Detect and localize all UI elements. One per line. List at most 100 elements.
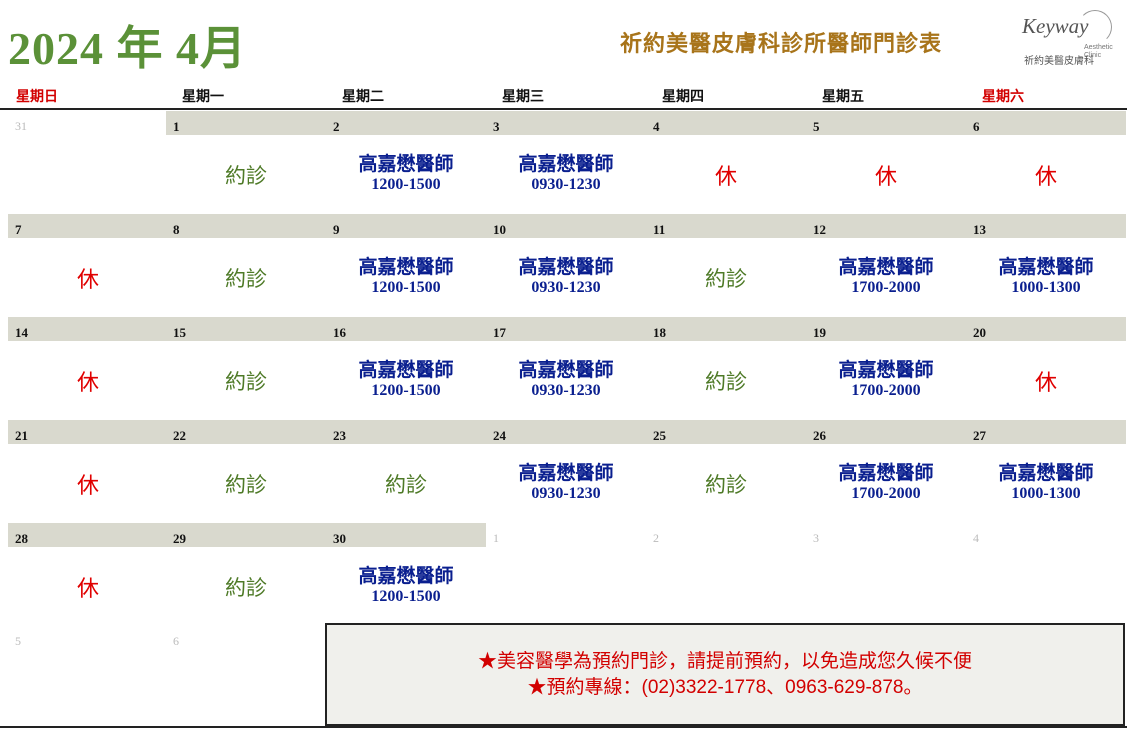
clinic-hours: 0930-1230 bbox=[531, 176, 601, 193]
day-number: 2 bbox=[653, 531, 659, 545]
weekday-label: 星期一 bbox=[182, 88, 224, 104]
day-cell: 5休 bbox=[806, 111, 966, 214]
day-cell: 1 約診 bbox=[166, 111, 326, 214]
day-content: 約診 bbox=[326, 444, 486, 523]
clinic-hours: 0930-1230 bbox=[531, 382, 601, 399]
appointment-label: 約診 bbox=[225, 576, 267, 600]
day-content: 休 bbox=[966, 341, 1126, 420]
day-cell: 21 休 bbox=[8, 420, 168, 523]
day-number: 30 bbox=[333, 531, 346, 546]
appointment-label: 約診 bbox=[225, 164, 267, 188]
day-content: 高嘉懋醫師 1200-1500 bbox=[326, 341, 486, 420]
clinic-hours: 1200-1500 bbox=[371, 588, 441, 605]
weekday-label: 星期二 bbox=[342, 88, 384, 104]
day-cell: 9 高嘉懋醫師 1200-1500 bbox=[326, 214, 486, 317]
doctor-name: 高嘉懋醫師 bbox=[838, 463, 934, 484]
day-cell: 18 約診 bbox=[646, 317, 806, 420]
day-cell: 3 bbox=[806, 523, 966, 626]
day-header-bar bbox=[806, 420, 966, 444]
day-number: 21 bbox=[15, 428, 28, 443]
logo-subtitle: 祈約美醫皮膚科 bbox=[1024, 56, 1094, 67]
appointment-label: 約診 bbox=[705, 267, 747, 291]
clinic-hours: 0930-1230 bbox=[531, 279, 601, 296]
day-number: 3 bbox=[493, 119, 500, 134]
appointment-label: 約診 bbox=[385, 473, 427, 497]
day-content: 休 bbox=[806, 135, 966, 214]
day-cell: 11 約診 bbox=[646, 214, 806, 317]
day-number: 10 bbox=[493, 222, 506, 237]
logo-aesthetic-text: Aesthetic bbox=[1084, 44, 1113, 51]
day-content: 高嘉懋醫師 0930-1230 bbox=[486, 135, 646, 214]
day-content: 高嘉懋醫師 1200-1500 bbox=[326, 547, 486, 626]
weekday-label: 星期三 bbox=[502, 88, 544, 104]
doctor-name: 高嘉懋醫師 bbox=[358, 154, 454, 175]
doctor-name: 高嘉懋醫師 bbox=[518, 154, 614, 175]
day-number: 1 bbox=[173, 119, 180, 134]
doctor-name: 高嘉懋醫師 bbox=[358, 257, 454, 278]
day-number: 13 bbox=[973, 222, 986, 237]
day-header-bar bbox=[646, 214, 806, 238]
day-content: 約診 bbox=[166, 135, 326, 214]
doctor-name: 高嘉懋醫師 bbox=[518, 463, 614, 484]
clinic-logo: Keyway Aesthetic Clinic 祈約美醫皮膚科 bbox=[1020, 10, 1124, 74]
day-header-bar bbox=[646, 420, 806, 444]
closed-label: 休 bbox=[76, 266, 99, 292]
day-cell: 3 高嘉懋醫師 0930-1230 bbox=[486, 111, 646, 214]
day-header-bar bbox=[8, 420, 168, 444]
day-number: 24 bbox=[493, 428, 506, 443]
day-number: 19 bbox=[813, 325, 826, 340]
clinic-hours: 0930-1230 bbox=[531, 485, 601, 502]
day-cell: 31 bbox=[8, 111, 168, 214]
day-header-bar bbox=[326, 317, 486, 341]
day-number: 8 bbox=[173, 222, 180, 237]
day-cell: 2 bbox=[646, 523, 806, 626]
clinic-hours: 1000-1300 bbox=[1011, 279, 1081, 296]
day-content: 約診 bbox=[166, 444, 326, 523]
day-number: 22 bbox=[173, 428, 186, 443]
day-cell: 2 高嘉懋醫師 1200-1500 bbox=[326, 111, 486, 214]
day-content: 休 bbox=[8, 341, 168, 420]
day-header-bar bbox=[966, 420, 1126, 444]
day-number: 6 bbox=[173, 634, 179, 648]
day-content: 約診 bbox=[166, 238, 326, 317]
doctor-name: 高嘉懋醫師 bbox=[518, 360, 614, 381]
day-cell: 24 高嘉懋醫師 0930-1230 bbox=[486, 420, 646, 523]
weekday-label: 星期日 bbox=[16, 88, 58, 104]
month-title: 2024 年 4月 bbox=[8, 23, 247, 74]
day-header-bar bbox=[806, 214, 966, 238]
day-content: 約診 bbox=[646, 444, 806, 523]
day-cell: 6休 bbox=[966, 111, 1126, 214]
day-content: 約診 bbox=[166, 547, 326, 626]
day-number: 29 bbox=[173, 531, 186, 546]
day-content: 高嘉懋醫師 1000-1300 bbox=[966, 238, 1126, 317]
grid-divider bbox=[0, 108, 1127, 110]
closed-label: 休 bbox=[76, 369, 99, 395]
closed-label: 休 bbox=[874, 163, 897, 189]
closed-label: 休 bbox=[1034, 369, 1057, 395]
clinic-hours: 1200-1500 bbox=[371, 176, 441, 193]
day-content: 高嘉懋醫師 0930-1230 bbox=[486, 444, 646, 523]
day-number: 9 bbox=[333, 222, 340, 237]
clinic-hours: 1700-2000 bbox=[851, 485, 921, 502]
day-content: 高嘉懋醫師 0930-1230 bbox=[486, 238, 646, 317]
day-header-bar bbox=[8, 523, 168, 547]
day-cell: 26 高嘉懋醫師 1700-2000 bbox=[806, 420, 966, 523]
day-content: 高嘉懋醫師 1700-2000 bbox=[806, 341, 966, 420]
day-header-bar bbox=[486, 420, 646, 444]
doctor-name: 高嘉懋醫師 bbox=[358, 566, 454, 587]
day-header-bar bbox=[966, 317, 1126, 341]
day-number: 5 bbox=[15, 634, 21, 648]
day-content: 休 bbox=[8, 238, 168, 317]
day-header-bar bbox=[486, 214, 646, 238]
day-cell: 23 約診 bbox=[326, 420, 486, 523]
day-content: 高嘉懋醫師 1000-1300 bbox=[966, 444, 1126, 523]
day-number: 1 bbox=[493, 531, 499, 545]
clinic-title: 祈約美醫皮膚科診所醫師門診表 bbox=[620, 31, 943, 56]
appointment-label: 約診 bbox=[705, 473, 747, 497]
day-content: 休 bbox=[646, 135, 806, 214]
clinic-hours: 1000-1300 bbox=[1011, 485, 1081, 502]
logo-script: Keyway bbox=[1022, 14, 1089, 38]
day-number: 11 bbox=[653, 222, 666, 237]
notice-box: ★美容醫學為預約門診，請提前預約，以免造成您久候不便 ★預約專線：(02)332… bbox=[325, 623, 1125, 726]
day-number: 18 bbox=[653, 325, 666, 340]
